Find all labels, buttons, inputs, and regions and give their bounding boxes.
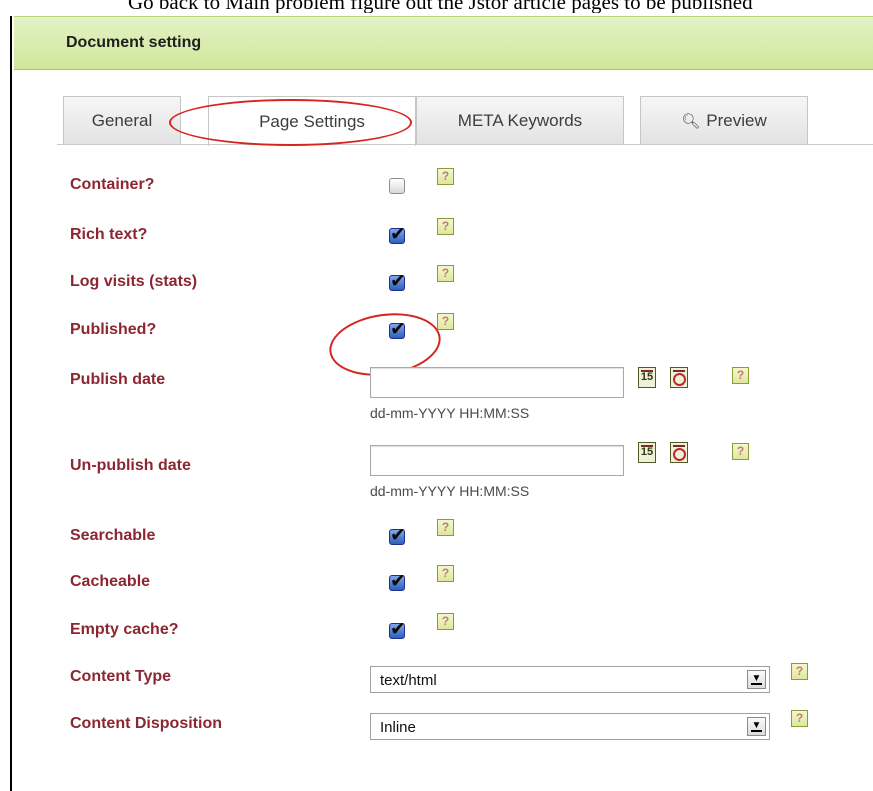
field-row-content-disposition: Content Disposition Inline ▼ ?: [70, 710, 870, 740]
field-row-empty-cache: Empty cache? ?: [70, 613, 870, 643]
help-icon[interactable]: ?: [732, 367, 749, 384]
calendar-icon[interactable]: 15: [638, 367, 656, 388]
field-label: Un-publish date: [70, 457, 191, 474]
field-row-publish-date: Publish date 15 ? dd-mm-YYYY HH:MM:SS: [70, 367, 870, 427]
unpublish-date-input[interactable]: [370, 445, 624, 476]
empty-cache-checkbox[interactable]: [389, 618, 406, 640]
help-icon[interactable]: ?: [437, 613, 454, 630]
select-value: Inline: [380, 719, 416, 736]
chevron-down-icon[interactable]: ▼: [747, 670, 766, 689]
field-row-rich-text: Rich text? ?: [70, 218, 870, 248]
tab-page-settings[interactable]: Page Settings: [208, 96, 416, 146]
tab-preview[interactable]: 🔍︎ Preview: [640, 96, 808, 144]
help-icon[interactable]: ?: [437, 313, 454, 330]
published-checkbox[interactable]: [389, 318, 406, 340]
publish-date-input[interactable]: [370, 367, 624, 398]
tab-general[interactable]: General: [63, 96, 181, 144]
field-row-searchable: Searchable ?: [70, 519, 870, 549]
content-disposition-select[interactable]: Inline ▼: [370, 713, 770, 740]
field-row-log-visits: Log visits (stats) ?: [70, 265, 870, 295]
cutoff-caption-text: Go back to Main problem figure out the J…: [128, 0, 753, 13]
tab-meta-keywords[interactable]: META Keywords: [416, 96, 624, 144]
date-format-hint: dd-mm-YYYY HH:MM:SS: [370, 483, 530, 499]
tab-label: Page Settings: [259, 111, 365, 131]
field-label: Container?: [70, 176, 155, 193]
help-icon[interactable]: ?: [791, 663, 808, 680]
select-value: text/html: [380, 672, 437, 689]
container-checkbox[interactable]: [389, 178, 405, 194]
document-setting-panel: Document setting General Page Settings M…: [10, 16, 873, 791]
help-icon[interactable]: ?: [791, 710, 808, 727]
field-label: Content Disposition: [70, 715, 222, 732]
field-row-published: Published? ?: [70, 313, 870, 343]
cacheable-checkbox[interactable]: [389, 570, 406, 592]
date-format-hint: dd-mm-YYYY HH:MM:SS: [370, 405, 530, 421]
tab-label: META Keywords: [457, 110, 583, 130]
settings-tabs: General Page Settings META Keywords 🔍︎ P…: [12, 96, 873, 146]
field-row-content-type: Content Type text/html ▼ ?: [70, 663, 870, 693]
tab-label: General: [91, 110, 153, 130]
rich-text-checkbox[interactable]: [389, 223, 406, 245]
log-visits-checkbox[interactable]: [389, 270, 406, 292]
help-icon[interactable]: ?: [437, 168, 454, 185]
field-row-cacheable: Cacheable ?: [70, 565, 870, 595]
field-label: Publish date: [70, 371, 166, 388]
field-label: Searchable: [70, 527, 156, 544]
field-label: Cacheable: [70, 573, 151, 590]
field-label: Content Type: [70, 668, 172, 685]
field-row-unpublish-date: Un-publish date 15 ? dd-mm-YYYY HH:MM:SS: [70, 442, 870, 505]
field-label: Empty cache?: [70, 621, 179, 638]
tab-label: Preview: [706, 110, 767, 130]
content-type-select[interactable]: text/html ▼: [370, 666, 770, 693]
searchable-checkbox[interactable]: [389, 524, 406, 546]
panel-header: Document setting: [14, 16, 873, 70]
clear-date-icon[interactable]: [670, 367, 688, 388]
field-label: Log visits (stats): [70, 273, 198, 290]
help-icon[interactable]: ?: [437, 218, 454, 235]
clear-date-icon[interactable]: [670, 442, 688, 463]
chevron-down-icon[interactable]: ▼: [747, 717, 766, 736]
field-label: Rich text?: [70, 226, 148, 243]
help-icon[interactable]: ?: [437, 519, 454, 536]
field-label: Published?: [70, 321, 157, 338]
help-icon[interactable]: ?: [437, 265, 454, 282]
help-icon[interactable]: ?: [437, 565, 454, 582]
calendar-icon[interactable]: 15: [638, 442, 656, 463]
panel-title: Document setting: [66, 34, 202, 51]
field-row-container: Container? ?: [70, 168, 870, 198]
help-icon[interactable]: ?: [732, 443, 749, 460]
tab-divider-line: [57, 144, 873, 145]
magnifier-icon: 🔍︎: [681, 112, 701, 130]
